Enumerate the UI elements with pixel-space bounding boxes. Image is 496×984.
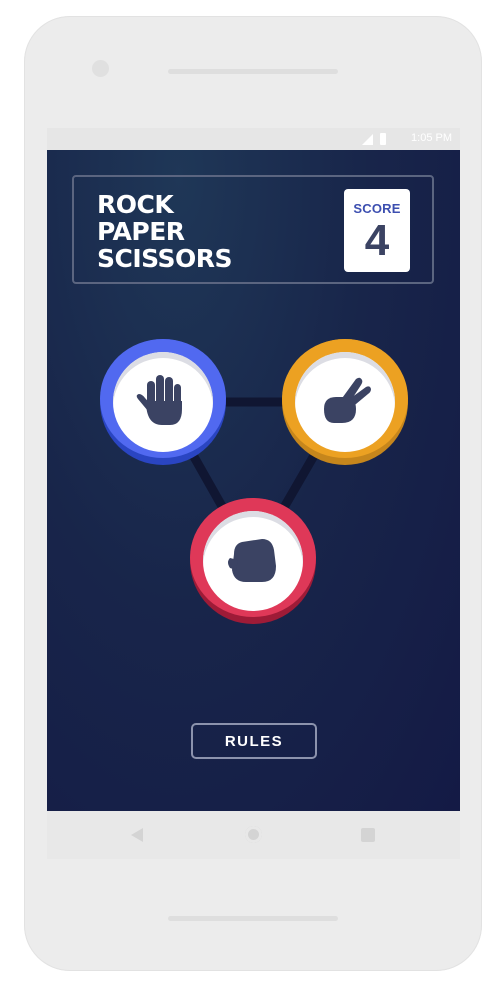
paper-button[interactable] — [100, 339, 226, 465]
rules-button[interactable]: RULES — [191, 723, 317, 759]
android-nav-bar — [47, 811, 460, 859]
back-icon[interactable] — [131, 828, 143, 842]
battery-icon — [380, 133, 386, 145]
hand-open-icon — [136, 375, 182, 425]
triangle-connector — [158, 397, 350, 566]
status-icons — [362, 133, 398, 145]
camera-icon — [92, 60, 109, 77]
hand-fist-icon — [228, 539, 276, 582]
game-screen: ROCK PAPER SCISSORS SCORE 4 RULES — [47, 150, 460, 811]
home-icon[interactable] — [245, 826, 262, 843]
speaker-grille — [168, 69, 338, 74]
rock-button[interactable] — [190, 498, 316, 624]
hand-scissors-icon — [324, 377, 371, 423]
status-time: 1:05 PM — [411, 132, 452, 144]
status-bar: 1:05 PM — [47, 128, 460, 150]
bottom-speaker-grille — [168, 916, 338, 921]
signal-icon — [362, 134, 373, 145]
scissors-button[interactable] — [282, 339, 408, 465]
recents-icon[interactable] — [361, 828, 375, 842]
